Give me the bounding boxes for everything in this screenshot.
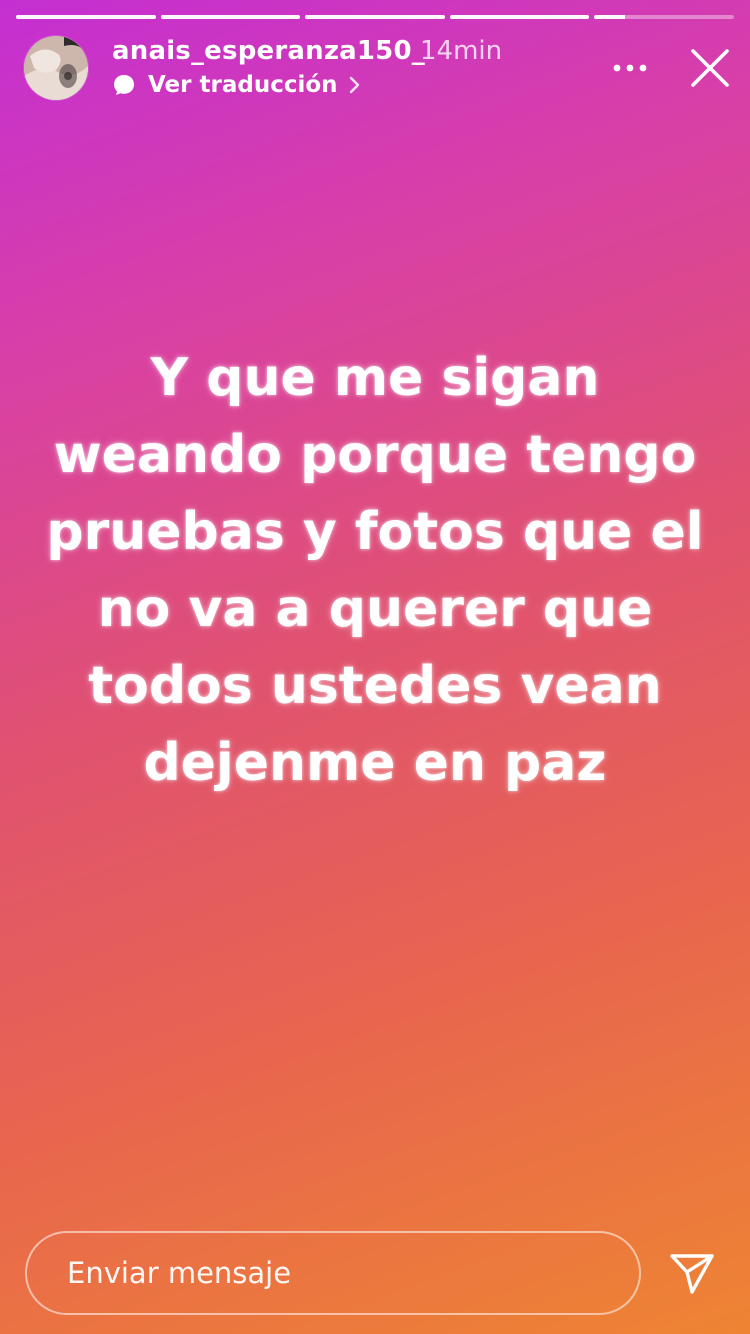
story-progress-bar — [16, 15, 734, 19]
close-icon — [691, 49, 729, 87]
close-button[interactable] — [686, 44, 734, 92]
story-text: Y que me sigan weando porque tengo prueb… — [46, 348, 704, 793]
profile-photo-icon — [24, 36, 88, 100]
speech-bubble-icon — [114, 75, 134, 95]
progress-segment — [160, 15, 301, 19]
see-translation-link[interactable]: Ver traducción — [112, 70, 362, 100]
more-options-icon — [613, 64, 647, 72]
chevron-right-icon — [349, 76, 359, 94]
more-options-button[interactable] — [606, 50, 654, 86]
send-icon — [670, 1254, 714, 1294]
avatar[interactable] — [24, 36, 88, 100]
message-input[interactable] — [67, 1256, 639, 1290]
username[interactable]: anais_esperanza150_ — [112, 36, 425, 66]
story-timestamp: 14min — [420, 36, 503, 66]
message-field[interactable] — [25, 1231, 641, 1315]
progress-segment — [449, 15, 590, 19]
progress-segment — [305, 15, 445, 19]
see-translation-label: Ver traducción — [148, 72, 338, 98]
send-button[interactable] — [668, 1250, 716, 1298]
progress-segment — [594, 15, 734, 19]
progress-segment — [16, 15, 156, 19]
